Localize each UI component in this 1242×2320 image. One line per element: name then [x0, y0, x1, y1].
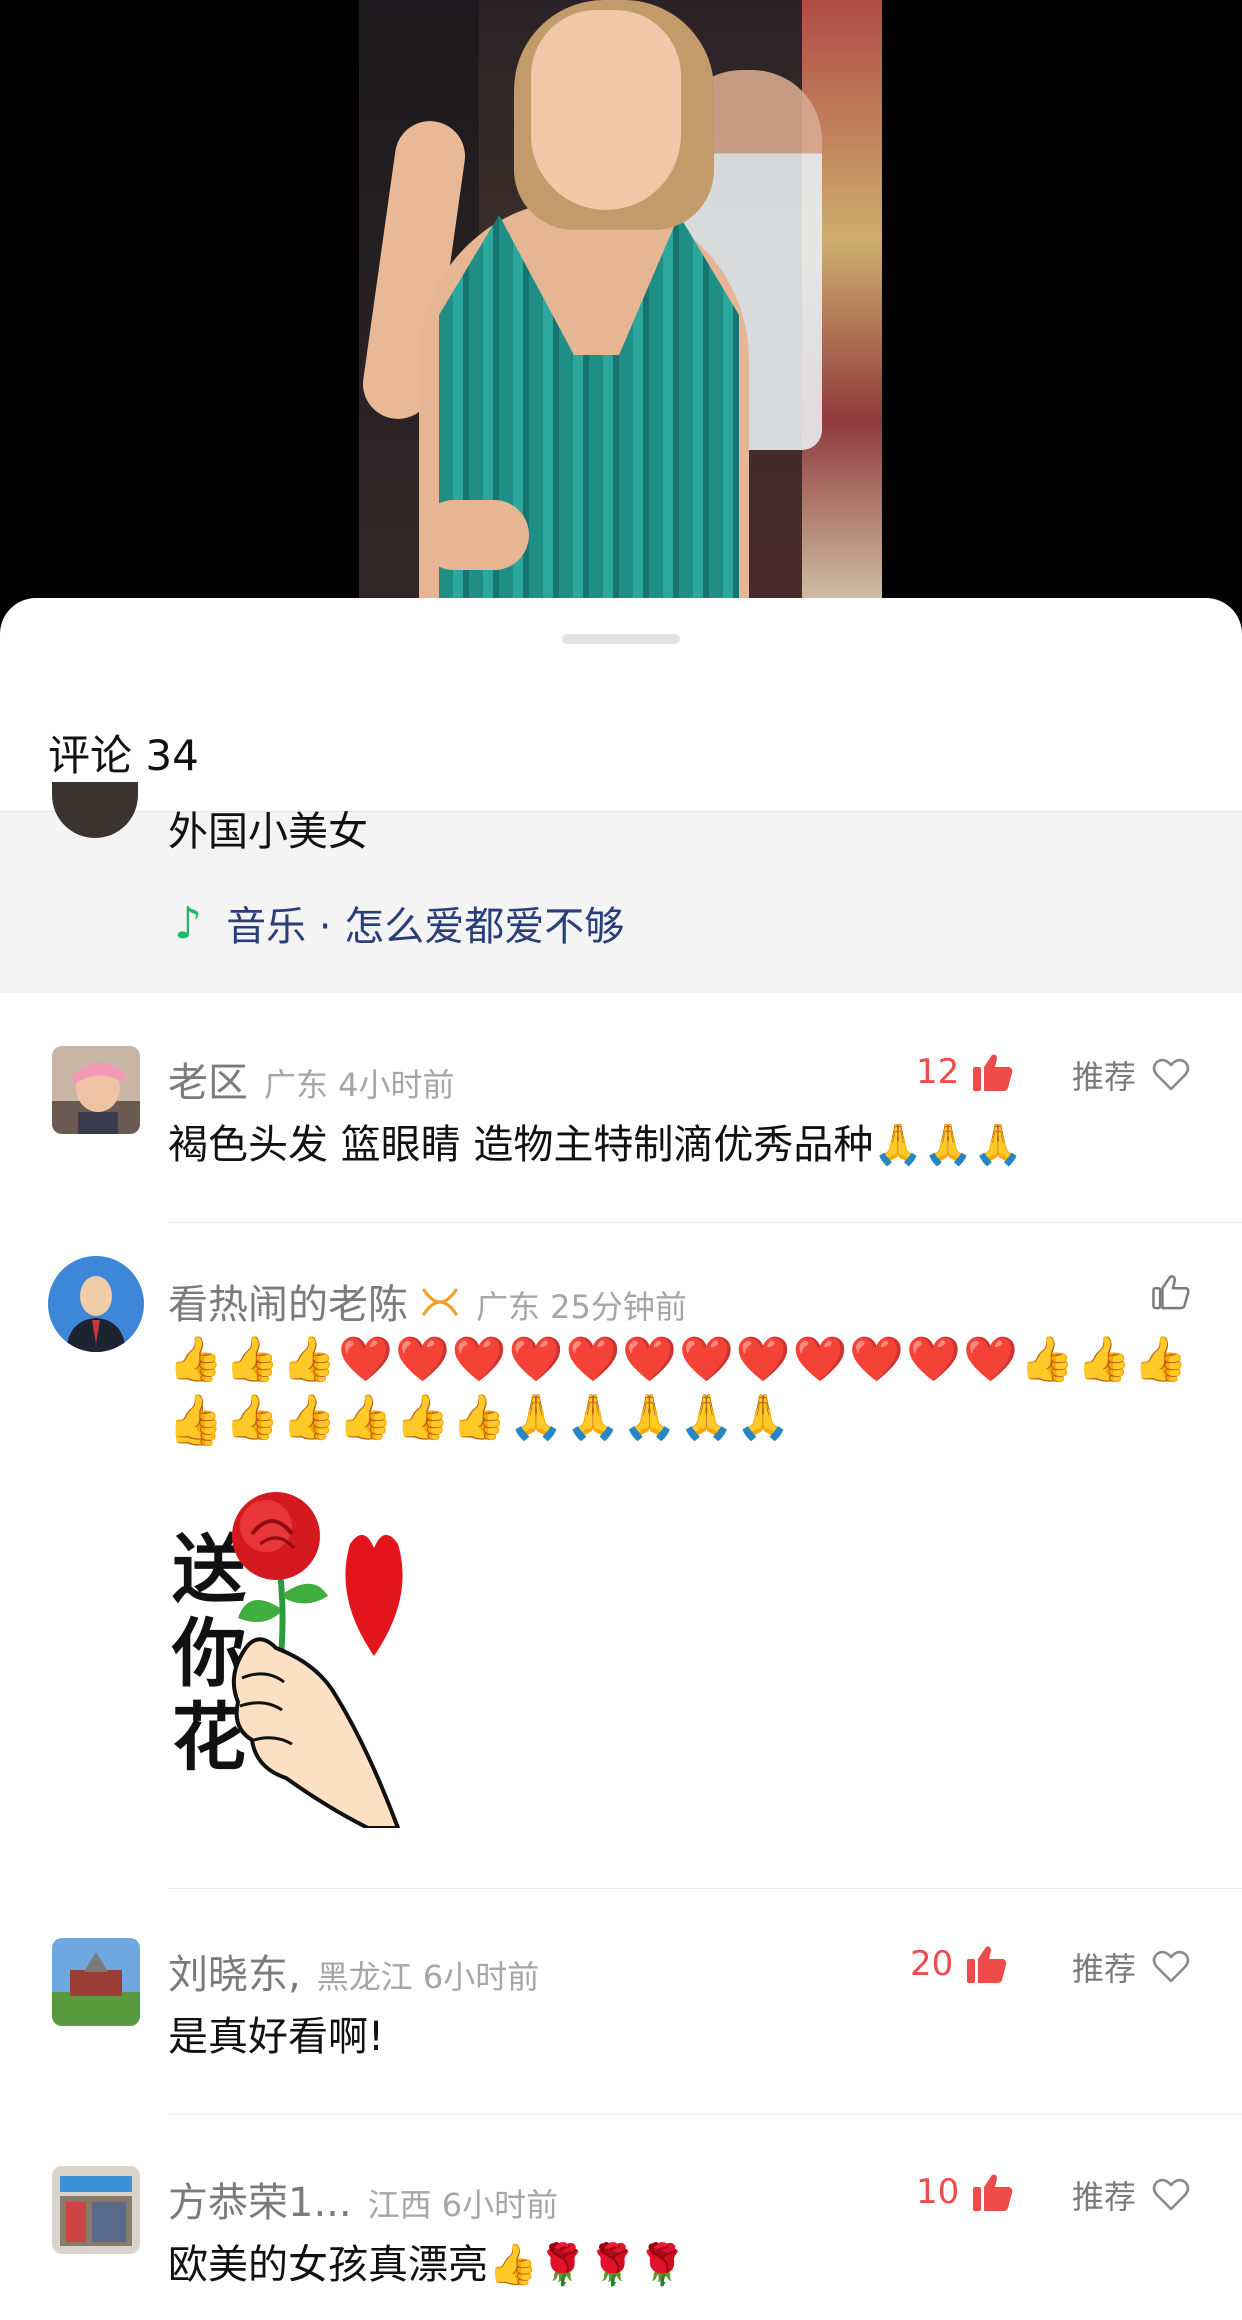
video-frame[interactable]	[359, 0, 882, 600]
vip-badge-icon	[420, 1286, 460, 1327]
video-face	[531, 10, 681, 210]
comment-username[interactable]: 方恭荣1...	[168, 2170, 352, 2228]
comment-count-title: 评论 34	[48, 731, 199, 780]
thumbs-up-filled-icon	[973, 1054, 1013, 1091]
heart-outline-icon	[1152, 1058, 1190, 1091]
comment-username[interactable]: 老区	[168, 1050, 248, 1108]
comment-text: 褐色头发 篮眼睛 造物主特制滴优秀品种🙏🙏🙏	[168, 1122, 1023, 1168]
rose-hand-illustration	[231, 1492, 403, 1828]
divider	[168, 2114, 1242, 2115]
comment-sheet: 评论 34 外国小美女 ♪ 音乐 · 怎么爱都爱不够 老区 广东 4小时前 12	[0, 598, 1242, 2320]
music-note-icon: ♪	[174, 897, 203, 949]
comment-header: 刘晓东, 黑龙江 6小时前	[168, 1942, 539, 2000]
flower-sticker[interactable]: 送你花	[168, 1478, 498, 1828]
recommend-label: 推荐	[1071, 1058, 1136, 1096]
avatar[interactable]	[52, 1938, 140, 2026]
post-caption: 外国小美女	[168, 809, 368, 855]
avatar[interactable]	[48, 1256, 144, 1352]
comment-username[interactable]: 看热闹的老陈	[168, 1272, 408, 1330]
like-count: 20	[910, 1944, 954, 1984]
recommend-button[interactable]: 推荐	[1072, 2172, 1190, 2218]
thumbs-up-filled-icon	[973, 2174, 1013, 2211]
comment-meta: 广东 25分钟前	[476, 1288, 687, 1326]
heart-outline-icon	[1152, 1950, 1190, 1983]
comment-header: 老区 广东 4小时前	[168, 1050, 455, 1108]
comment-meta: 黑龙江 6小时前	[316, 1958, 540, 1996]
comment-text: 欧美的女孩真漂亮👍🌹🌹🌹	[168, 2242, 688, 2288]
avatar[interactable]	[52, 1046, 140, 1134]
comment-emoji-line: 👍👍👍👍👍👍🙏🙏🙏🙏🙏	[168, 1392, 793, 1443]
recommend-button[interactable]: 推荐	[1072, 1052, 1190, 1098]
like-button[interactable]: 12	[916, 1052, 1013, 1092]
recommend-label: 推荐	[1071, 2178, 1136, 2216]
recommend-label: 推荐	[1071, 1950, 1136, 1988]
author-avatar[interactable]	[52, 782, 138, 838]
music-link[interactable]: ♪ 音乐 · 怎么爱都爱不够	[174, 894, 624, 952]
sheet-grabber[interactable]	[562, 634, 680, 644]
video-player[interactable]	[0, 0, 1242, 600]
comment-text: 是真好看啊!	[168, 2014, 385, 2060]
like-button[interactable]	[1152, 1274, 1190, 1310]
like-button[interactable]: 10	[916, 2172, 1013, 2212]
recommend-button[interactable]: 推荐	[1072, 1944, 1190, 1990]
comment-meta: 广东 4小时前	[264, 1066, 455, 1104]
thumbs-up-filled-icon	[967, 1946, 1007, 1983]
comment-username[interactable]: 刘晓东,	[168, 1942, 301, 2000]
comment-meta: 江西 6小时前	[367, 2186, 559, 2224]
comment-header: 看热闹的老陈 广东 25分钟前	[168, 1272, 687, 1330]
avatar[interactable]	[52, 2166, 140, 2254]
music-label: 音乐 · 怎么爱都爱不够	[226, 904, 625, 950]
like-count: 10	[916, 2172, 960, 2212]
like-button[interactable]: 20	[910, 1944, 1007, 1984]
post-info: 外国小美女 ♪ 音乐 · 怎么爱都爱不够	[0, 782, 1242, 993]
divider	[168, 1222, 1242, 1223]
heart-outline-icon	[1152, 2178, 1190, 2211]
divider	[168, 1888, 1242, 1889]
comment-header: 方恭荣1... 江西 6小时前	[168, 2170, 558, 2228]
like-count: 12	[916, 1052, 960, 1092]
thumbs-up-outline-icon	[1152, 1275, 1190, 1310]
video-hand	[419, 500, 529, 570]
